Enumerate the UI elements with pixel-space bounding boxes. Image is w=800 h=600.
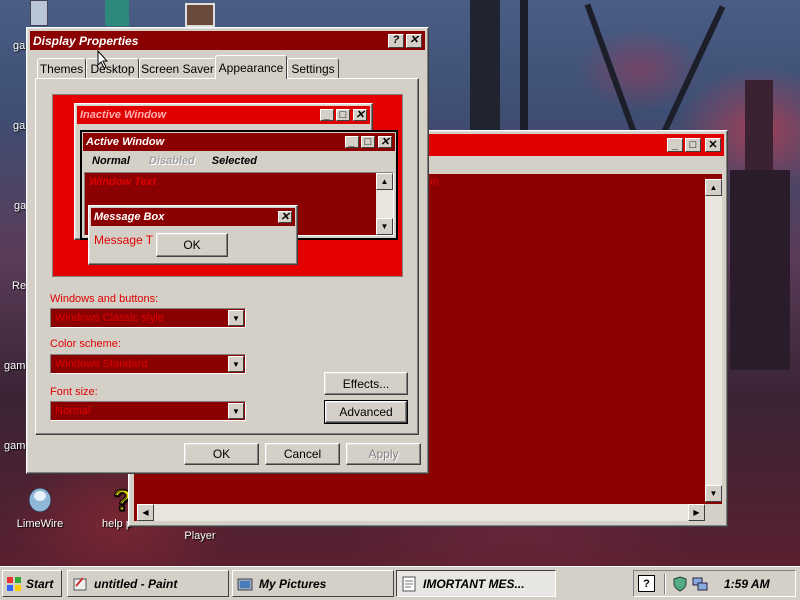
desktop-icon-limewire[interactable]: LimeWire: [10, 482, 70, 530]
help-tray-icon[interactable]: ?: [638, 575, 655, 592]
dialog-title: Display Properties: [33, 33, 139, 48]
preview-menu-selected: Selected: [211, 155, 258, 167]
minimize-icon: _: [320, 109, 334, 121]
scroll-right-button[interactable]: ▶: [688, 504, 705, 521]
color-scheme-value: Windows Standard: [55, 358, 148, 370]
limewire-icon: [24, 482, 56, 514]
resize-grip[interactable]: [705, 504, 722, 521]
desktop-camera-icon[interactable]: [185, 3, 215, 27]
clock[interactable]: 1:59 AM: [724, 577, 770, 591]
appearance-preview[interactable]: Inactive Window _ □ ✕ Active Window _ □ …: [52, 94, 403, 277]
apply-button[interactable]: Apply: [346, 443, 421, 465]
start-button[interactable]: Start: [2, 570, 62, 597]
start-label: Start: [26, 576, 54, 591]
horizontal-scrollbar[interactable]: ◀ ▶: [137, 504, 705, 521]
preview-window-text: Window Text: [89, 176, 157, 188]
desktop-icon-player[interactable]: Player: [170, 530, 230, 542]
taskbar-item-important-message[interactable]: IMORTANT MES...: [396, 570, 556, 597]
tab-settings[interactable]: Settings: [287, 58, 339, 78]
help-button[interactable]: ?: [388, 33, 404, 48]
desktop-app-icon[interactable]: [105, 0, 129, 26]
dialog-titlebar[interactable]: Display Properties ? ✕: [30, 31, 425, 50]
folder-pictures-icon: [237, 578, 253, 590]
desktop-icon-label: Player: [184, 530, 216, 542]
network-icon[interactable]: [692, 576, 708, 592]
taskbar-item-label: My Pictures: [259, 576, 327, 591]
desktop-icon-label: LimeWire: [16, 518, 64, 530]
vertical-scrollbar[interactable]: ▲ ▼: [705, 179, 722, 502]
maximize-button[interactable]: □: [685, 138, 701, 152]
tab-appearance[interactable]: Appearance: [215, 55, 287, 79]
preview-msgbox-title: Message Box: [94, 211, 165, 223]
notepad-icon: [402, 576, 416, 591]
chevron-down-icon[interactable]: ▼: [228, 356, 244, 372]
font-size-select[interactable]: Normal ▼: [50, 401, 246, 421]
desktop-folder-icon[interactable]: [30, 0, 48, 26]
taskbar: Start untitled - Paint My Pictures IMORT…: [0, 566, 800, 600]
close-icon: ✕: [278, 211, 292, 223]
close-button[interactable]: ✕: [705, 138, 721, 152]
tab-desktop[interactable]: Desktop: [86, 58, 139, 78]
scroll-up-icon: ▲: [376, 173, 393, 190]
font-size-value: Normal: [55, 405, 91, 417]
paint-icon: [73, 576, 87, 590]
preview-menu-normal: Normal: [92, 155, 130, 167]
close-button[interactable]: ✕: [406, 33, 422, 48]
scroll-down-icon: ▼: [376, 218, 393, 235]
preview-inactive-title: Inactive Window: [80, 109, 167, 121]
preview-menu-bar: Normal Disabled Selected: [83, 152, 395, 170]
preview-message-box: Message Box ✕ Message T OK: [88, 205, 298, 265]
minimize-icon: _: [345, 136, 359, 148]
windows-buttons-label: Windows and buttons:: [50, 293, 159, 305]
tab-screen-saver[interactable]: Screen Saver: [139, 58, 216, 78]
desktop-icon-label[interactable]: ga: [13, 120, 25, 132]
tab-themes[interactable]: Themes: [37, 58, 86, 78]
security-shield-icon[interactable]: [672, 575, 688, 592]
cancel-button[interactable]: Cancel: [265, 443, 340, 465]
preview-msgbox-text: Message T: [94, 233, 154, 247]
taskbar-item-label: IMORTANT MES...: [423, 576, 525, 591]
preview-active-title: Active Window: [86, 136, 165, 148]
advanced-button[interactable]: Advanced: [324, 400, 408, 424]
desktop-icon-label[interactable]: ga: [14, 200, 26, 212]
ok-button[interactable]: OK: [184, 443, 259, 465]
close-icon: ✕: [353, 109, 367, 121]
taskbar-item-label: untitled - Paint: [94, 576, 178, 591]
scroll-down-button[interactable]: ▼: [705, 485, 722, 502]
desktop-icon-label[interactable]: Re: [12, 280, 26, 292]
desktop-icon-label[interactable]: ga: [13, 40, 25, 52]
taskbar-item-paint[interactable]: untitled - Paint: [67, 570, 229, 597]
effects-button[interactable]: Effects...: [324, 372, 408, 395]
preview-scrollbar: ▲ ▼: [376, 173, 393, 235]
chevron-down-icon[interactable]: ▼: [228, 403, 244, 419]
maximize-icon: □: [336, 109, 350, 121]
scroll-left-button[interactable]: ◀: [137, 504, 154, 521]
windows-buttons-value: Windows Classic style: [55, 312, 164, 324]
system-tray: ? 1:59 AM: [633, 570, 796, 597]
tray-divider: [664, 573, 666, 594]
color-scheme-label: Color scheme:: [50, 338, 121, 350]
minimize-button[interactable]: _: [667, 138, 683, 152]
preview-menu-disabled: Disabled: [148, 155, 195, 167]
preview-ok-button: OK: [156, 233, 228, 257]
maximize-icon: □: [361, 136, 375, 148]
font-size-label: Font size:: [50, 386, 98, 398]
windows-buttons-select[interactable]: Windows Classic style ▼: [50, 308, 246, 328]
mouse-cursor-icon: [97, 50, 109, 69]
scroll-up-button[interactable]: ▲: [705, 179, 722, 196]
taskbar-item-my-pictures[interactable]: My Pictures: [232, 570, 394, 597]
close-icon: ✕: [378, 136, 392, 148]
chevron-down-icon[interactable]: ▼: [228, 310, 244, 326]
windows-logo-icon: [7, 576, 21, 591]
color-scheme-select[interactable]: Windows Standard ▼: [50, 354, 246, 374]
